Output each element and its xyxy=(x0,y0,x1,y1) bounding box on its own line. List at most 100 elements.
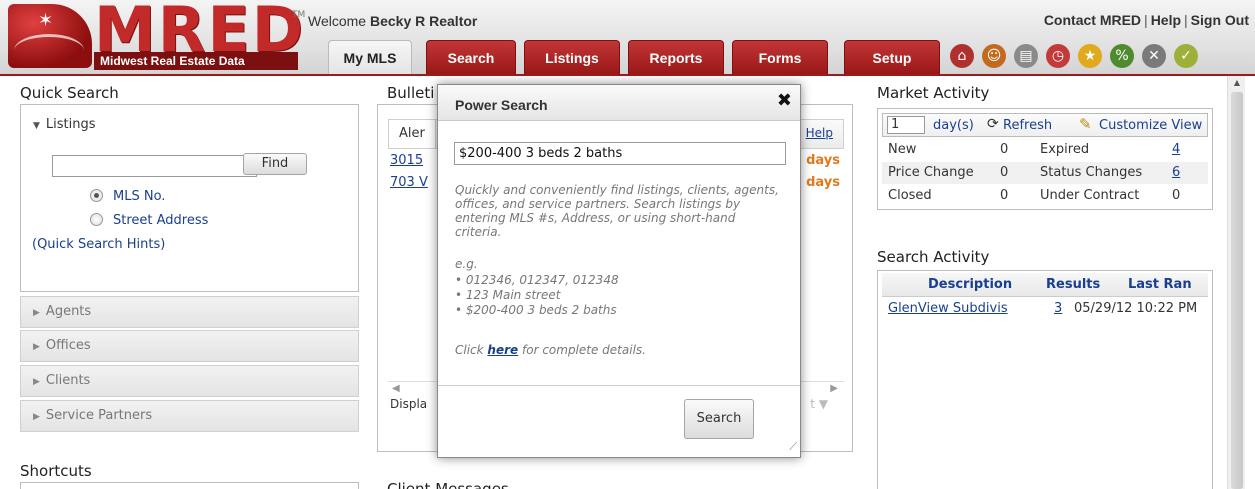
market-row-closed: Closed 0 Under Contract 0 xyxy=(882,185,1208,207)
percent-icon[interactable]: % xyxy=(1110,44,1134,68)
search-activity-header: Description Results Last Ran xyxy=(882,273,1208,297)
example-text: $200-400 3 beds 2 baths xyxy=(465,303,617,317)
accordion-agents-label: Agents xyxy=(45,304,92,319)
days-label: day(s) xyxy=(933,118,974,133)
search-activity-panel: Description Results Last Ran GlenView Su… xyxy=(877,270,1213,489)
people-icon[interactable]: ☺ xyxy=(982,44,1006,68)
home-icon[interactable]: ⌂ xyxy=(950,44,974,68)
logo-trademark: TM xyxy=(292,10,306,20)
dialog-divider xyxy=(438,385,800,386)
listings-section-header[interactable]: ▼ Listings xyxy=(33,117,96,132)
market-activity-panel: 1 day(s) ⟳ Refresh ✎ Customize View New … xyxy=(877,108,1213,210)
user-name: Becky R Realtor xyxy=(369,13,478,29)
market-value: 0 xyxy=(1000,165,1009,180)
example-item: • 123 Main street xyxy=(455,288,561,302)
radio-street-address-label: Street Address xyxy=(113,213,209,228)
saved-search-results-link[interactable]: 3 xyxy=(1054,301,1062,316)
dialog-title: Power Search xyxy=(455,97,548,113)
power-search-input[interactable]: $200-400 3 beds 2 baths xyxy=(454,142,786,165)
refresh-link[interactable]: Refresh xyxy=(1003,118,1052,133)
clock-icon[interactable]: ◷ xyxy=(1046,44,1070,68)
check-icon[interactable]: ✓ xyxy=(1174,44,1198,68)
tab-setup[interactable]: Setup xyxy=(844,40,940,74)
star-icon[interactable]: ★ xyxy=(1078,44,1102,68)
market-activity-toolbar: 1 day(s) ⟳ Refresh ✎ Customize View xyxy=(882,113,1208,137)
scroll-up-icon[interactable]: ▲ xyxy=(1228,76,1246,90)
bulletin-help-link[interactable]: Help xyxy=(806,126,833,140)
market-value: 0 xyxy=(1000,188,1009,203)
tab-alerts[interactable]: Aler xyxy=(389,120,436,148)
tools-icon[interactable]: ✕ xyxy=(1142,44,1166,68)
tab-my-mls[interactable]: My MLS xyxy=(328,40,412,74)
tab-search[interactable]: Search xyxy=(426,40,516,74)
page-vertical-scrollbar[interactable]: ▲ xyxy=(1227,76,1245,489)
bulletin-row-days: days xyxy=(806,175,840,190)
contact-mred-link[interactable]: Contact MRED xyxy=(1044,12,1141,28)
market-value: 0 xyxy=(1000,142,1009,157)
col-description[interactable]: Description xyxy=(928,277,1012,292)
bulletin-row-link[interactable]: 3015 xyxy=(390,153,423,168)
documents-icon[interactable]: ▤ xyxy=(1014,44,1038,68)
mred-logo[interactable]: ✶ MRED TM Midwest Real Estate Data xyxy=(8,0,305,70)
click-prefix: Click xyxy=(455,343,484,357)
refresh-icon[interactable]: ⟳ xyxy=(987,116,999,132)
col-last-ran[interactable]: Last Ran xyxy=(1128,277,1192,292)
triangle-down-icon: ▼ xyxy=(33,121,40,131)
complete-details-text: Click here for complete details. xyxy=(455,343,646,357)
accordion-service-partners-label: Service Partners xyxy=(45,408,153,423)
resize-grip-icon[interactable]: ⟋ xyxy=(789,440,797,454)
sign-out-link[interactable]: Sign Out xyxy=(1191,12,1249,28)
example-item: • 012346, 012347, 012348 xyxy=(455,273,619,287)
radio-unselected-icon[interactable] xyxy=(90,213,103,226)
saved-search-link[interactable]: GlenView Subdivis xyxy=(888,301,1008,316)
radio-selected-icon[interactable] xyxy=(90,189,103,202)
tab-reports[interactable]: Reports xyxy=(628,40,724,74)
accordion-service-partners[interactable]: ▶ Service Partners xyxy=(20,400,359,432)
saved-search-last-ran: 05/29/12 10:22 PM xyxy=(1074,301,1198,316)
click-suffix: for complete details. xyxy=(522,343,646,357)
example-text: 123 Main street xyxy=(465,288,561,302)
listings-label: Listings xyxy=(45,117,96,132)
accordion-agents[interactable]: ▶ Agents xyxy=(20,296,359,328)
radio-mls-no[interactable]: MLS No. xyxy=(90,189,165,204)
quick-search-input[interactable] xyxy=(52,155,257,177)
customize-view-link[interactable]: Customize View xyxy=(1099,118,1202,133)
accordion-clients[interactable]: ▶ Clients xyxy=(20,365,359,397)
shortcuts-panel xyxy=(20,482,359,489)
scroll-right-icon[interactable]: ▶ xyxy=(830,383,838,394)
accordion-offices-label: Offices xyxy=(45,338,91,353)
example-item: • $200-400 3 beds 2 baths xyxy=(455,303,617,317)
col-results[interactable]: Results xyxy=(1046,277,1100,292)
client-messages-title: Client Messages xyxy=(387,480,509,489)
tab-forms[interactable]: Forms xyxy=(732,40,828,74)
pencil-icon[interactable]: ✎ xyxy=(1079,115,1092,133)
logo-swoosh-icon: ✶ xyxy=(8,4,92,68)
search-activity-row: GlenView Subdivis 3 05/29/12 10:22 PM xyxy=(882,299,1208,319)
radio-street-address[interactable]: Street Address xyxy=(90,213,208,228)
bulletin-row-link[interactable]: 703 V xyxy=(390,175,428,190)
power-search-button[interactable]: Search xyxy=(684,399,754,439)
market-row-price-change: Price Change 0 Status Changes 6 xyxy=(882,162,1208,184)
dialog-header[interactable]: Power Search ✖ xyxy=(438,85,800,121)
scroll-left-icon[interactable]: ◀ xyxy=(392,383,400,394)
close-icon[interactable]: ✖ xyxy=(777,90,792,111)
example-text: 012346, 012347, 012348 xyxy=(465,273,619,287)
quick-search-title: Quick Search xyxy=(20,84,119,102)
triangle-right-icon: ▶ xyxy=(33,412,40,422)
days-input[interactable]: 1 xyxy=(887,116,925,134)
details-here-link[interactable]: here xyxy=(487,343,518,357)
quick-search-hints-link[interactable]: (Quick Search Hints) xyxy=(32,237,165,252)
radio-mls-no-label: MLS No. xyxy=(113,189,166,204)
scrollbar-thumb[interactable] xyxy=(1231,92,1243,489)
bulletin-display-text: Displa xyxy=(390,397,428,411)
tab-listings[interactable]: Listings xyxy=(524,40,620,74)
top-links: Contact MRED | Help | Sign Out xyxy=(1043,12,1249,28)
market-value-link[interactable]: 4 xyxy=(1172,142,1180,157)
market-value-link[interactable]: 6 xyxy=(1172,165,1180,180)
bulletin-scroll-hint: t ▼ xyxy=(810,397,828,411)
help-link[interactable]: Help xyxy=(1151,12,1181,28)
bulletin-row-days: days xyxy=(806,153,840,168)
accordion-offices[interactable]: ▶ Offices xyxy=(20,330,359,362)
market-label: Expired xyxy=(1040,142,1090,157)
find-button[interactable]: Find xyxy=(243,153,307,175)
